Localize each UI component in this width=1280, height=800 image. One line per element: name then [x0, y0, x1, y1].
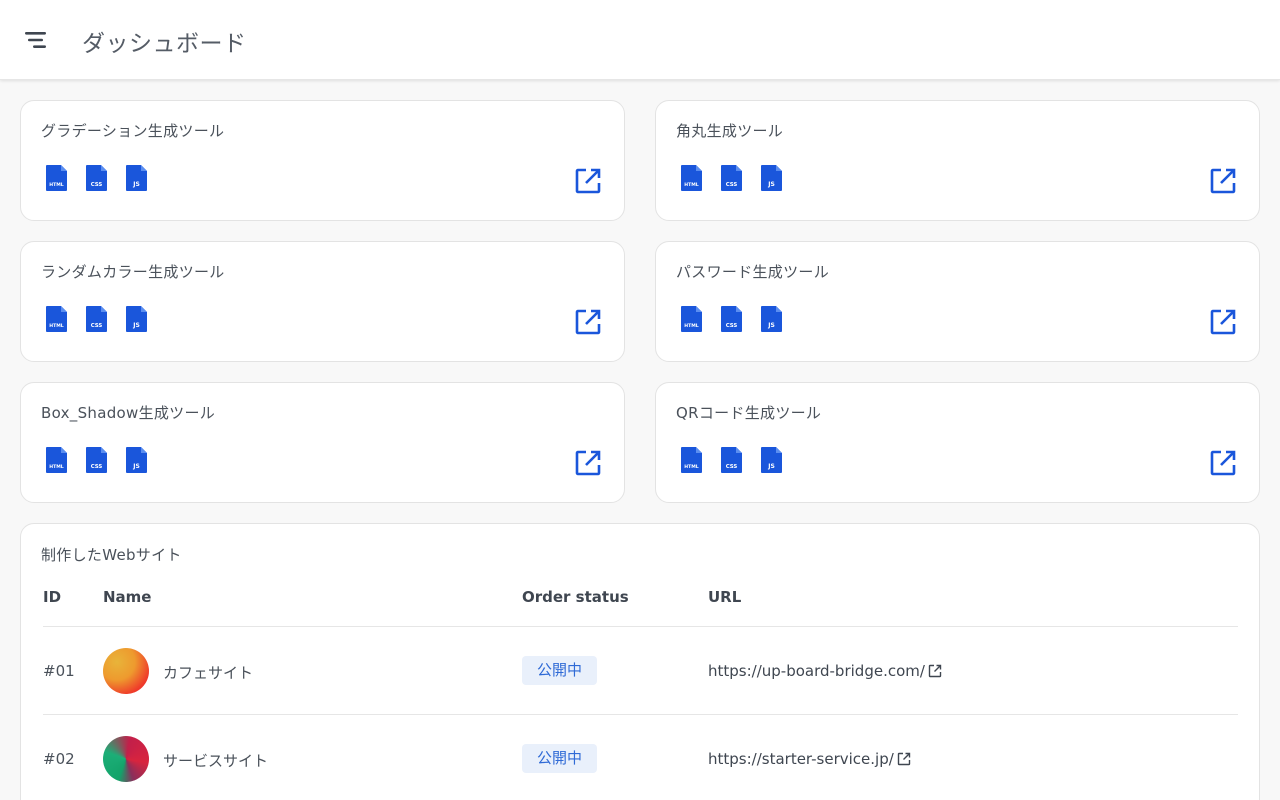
js-file-icon: JS	[126, 165, 147, 191]
css-file-label: CSS	[91, 464, 103, 470]
open-external-icon	[1210, 309, 1236, 335]
css-file-label: CSS	[726, 182, 738, 188]
css-file-icon: CSS	[86, 165, 107, 191]
row-id: #02	[43, 750, 75, 768]
row-divider	[43, 714, 1238, 715]
js-file-label: JS	[132, 322, 140, 329]
external-link-icon	[928, 664, 942, 678]
tool-card: 角丸生成ツール HTML CSS JS	[655, 100, 1260, 221]
css-file-icon: CSS	[721, 165, 742, 191]
js-file-icon: JS	[126, 306, 147, 332]
html-file-label: HTML	[49, 464, 64, 470]
css-file-icon: CSS	[86, 306, 107, 332]
page-title: ダッシュボード	[82, 31, 247, 57]
tool-card-title: パスワード生成ツール	[676, 263, 830, 281]
js-file-icon: JS	[761, 165, 782, 191]
file-icons: HTML CSS JS	[45, 164, 149, 192]
file-icons: HTML CSS JS	[45, 305, 149, 333]
file-icons: HTML CSS JS	[680, 446, 784, 474]
open-tool-button[interactable]	[1209, 449, 1237, 477]
open-tool-button[interactable]	[574, 308, 602, 336]
tool-card: グラデーション生成ツール HTML CSS JS	[20, 100, 625, 221]
js-file-icon: JS	[761, 306, 782, 332]
css-file-label: CSS	[91, 323, 103, 329]
html-file-label: HTML	[684, 464, 699, 470]
html-file-icon: HTML	[681, 306, 702, 332]
site-url-text[interactable]: https://starter-service.jp/	[708, 750, 894, 768]
html-file-label: HTML	[49, 182, 64, 188]
status-badge: 公開中	[522, 656, 598, 685]
top-bar: ダッシュボード	[0, 0, 1280, 80]
open-external-icon	[575, 450, 601, 476]
js-file-label: JS	[132, 181, 140, 188]
css-file-label: CSS	[726, 464, 738, 470]
column-header-name: Name	[103, 588, 152, 606]
tool-card-title: Box_Shadow生成ツール	[41, 404, 216, 422]
open-tool-button[interactable]	[1209, 167, 1237, 195]
tool-card: ランダムカラー生成ツール HTML CSS JS	[20, 241, 625, 362]
open-external-icon	[575, 309, 601, 335]
js-file-label: JS	[767, 322, 775, 329]
html-file-icon: HTML	[681, 165, 702, 191]
avatar	[103, 736, 149, 782]
column-header-status: Order status	[522, 588, 629, 606]
js-file-label: JS	[132, 463, 140, 470]
tool-card-title: ランダムカラー生成ツール	[41, 263, 225, 281]
tool-card: パスワード生成ツール HTML CSS JS	[655, 241, 1260, 362]
websites-table-title: 制作したWebサイト	[41, 546, 182, 564]
js-file-icon: JS	[761, 447, 782, 473]
html-file-label: HTML	[684, 182, 699, 188]
column-header-id: ID	[43, 588, 62, 606]
html-file-label: HTML	[49, 323, 64, 329]
external-link-icon	[897, 752, 910, 766]
menu-button[interactable]	[22, 26, 52, 54]
css-file-label: CSS	[91, 182, 103, 188]
column-header-url: URL	[708, 588, 742, 606]
status-badge: 公開中	[522, 744, 598, 773]
file-icons: HTML CSS JS	[45, 446, 149, 474]
tool-card-title: QRコード生成ツール	[676, 404, 822, 422]
row-name: カフェサイト	[163, 664, 254, 682]
html-file-icon: HTML	[46, 447, 67, 473]
site-url-link[interactable]: https://up-board-bridge.com/	[708, 662, 942, 680]
file-icons: HTML CSS JS	[680, 164, 784, 192]
css-file-icon: CSS	[86, 447, 107, 473]
tool-card-title: グラデーション生成ツール	[41, 122, 225, 140]
websites-table-card: 制作したWebサイト ID Name Order status URL #01 …	[20, 523, 1260, 800]
open-external-icon	[1210, 168, 1236, 194]
html-file-icon: HTML	[681, 447, 702, 473]
css-file-icon: CSS	[721, 447, 742, 473]
file-icons: HTML CSS JS	[680, 305, 784, 333]
row-divider	[43, 626, 1238, 627]
site-url-text[interactable]: https://up-board-bridge.com/	[708, 662, 925, 680]
tool-card: QRコード生成ツール HTML CSS JS	[655, 382, 1260, 503]
open-tool-button[interactable]	[574, 449, 602, 477]
js-file-label: JS	[767, 181, 775, 188]
site-url-link[interactable]: https://starter-service.jp/	[708, 750, 911, 768]
open-external-icon	[1210, 450, 1236, 476]
html-file-icon: HTML	[46, 165, 67, 191]
row-id: #01	[43, 662, 75, 680]
avatar	[103, 648, 149, 694]
html-file-label: HTML	[684, 323, 699, 329]
tool-card: Box_Shadow生成ツール HTML CSS JS	[20, 382, 625, 503]
css-file-icon: CSS	[721, 306, 742, 332]
open-tool-button[interactable]	[574, 167, 602, 195]
row-name: サービスサイト	[163, 752, 269, 770]
open-external-icon	[575, 168, 601, 194]
js-file-label: JS	[767, 463, 775, 470]
open-tool-button[interactable]	[1209, 308, 1237, 336]
tool-card-title: 角丸生成ツール	[676, 122, 784, 140]
menu-icon	[25, 32, 46, 48]
js-file-icon: JS	[126, 447, 147, 473]
html-file-icon: HTML	[46, 306, 67, 332]
css-file-label: CSS	[726, 323, 738, 329]
